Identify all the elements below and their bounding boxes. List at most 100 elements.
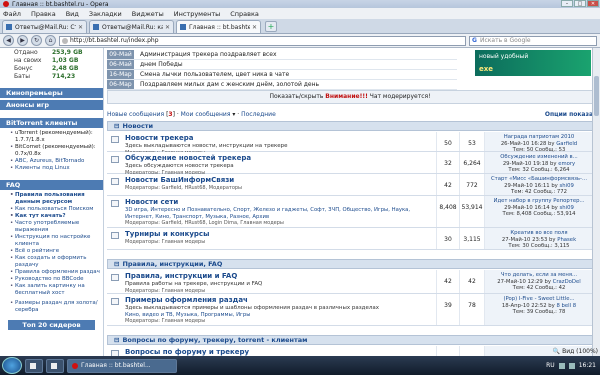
news-link[interactable]: днем Победы [140, 60, 183, 69]
forum-title-link[interactable]: Новости трекера [125, 134, 433, 143]
last-post-counts: Тем: 39 Сообщ.: 78 [512, 309, 566, 315]
last-post-author[interactable]: emory [558, 161, 575, 167]
category-header-questions[interactable]: ⊟ Вопросы по форуму, трекеру, torrent - к… [107, 335, 593, 345]
scrollbar-thumb[interactable] [594, 76, 599, 116]
faq-link[interactable]: Как создать и оформить раздачу [10, 255, 103, 269]
maximize-button[interactable]: □ [574, 0, 586, 7]
back-button[interactable]: ◀ [3, 35, 14, 46]
category-header-news[interactable]: ⊟ Новости [107, 121, 593, 131]
tab-close-icon[interactable]: ✕ [165, 24, 170, 31]
ad-banner[interactable]: новый удобный exe [475, 50, 591, 76]
home-button[interactable]: ⌂ [45, 35, 56, 46]
taskbar-opera-item[interactable]: Главная :: bt.bashtel... [67, 358, 177, 373]
new-posts-link[interactable]: Новые сообщения [107, 111, 164, 118]
volume-icon[interactable] [568, 362, 575, 369]
display-options-link[interactable]: Опции показа [545, 110, 593, 119]
category-title[interactable]: Новости [122, 122, 153, 130]
news-link[interactable]: Смена лычки пользователем, цвет ника в ч… [140, 70, 289, 79]
quicklaunch-explorer[interactable] [46, 358, 64, 373]
last-post-author[interactable]: shi09 [560, 205, 574, 211]
faq-link[interactable]: Как тут качать? [10, 213, 103, 220]
forum-title-link[interactable]: Турниры и конкурсы [125, 230, 433, 239]
collapse-icon[interactable]: ⊟ [114, 336, 119, 344]
faq-link[interactable]: Часто употребляемые выражения [10, 220, 103, 234]
reload-button[interactable]: ↻ [31, 35, 42, 46]
close-button[interactable]: ✕ [587, 0, 599, 7]
client-link[interactable]: Клиенты под Linux [10, 165, 103, 172]
address-field[interactable]: http://bt.bashtel.ru/index.php [59, 35, 466, 46]
faq-link[interactable]: Как пользоваться Поиском [10, 206, 103, 213]
minimize-button[interactable]: – [561, 0, 573, 7]
page-scrollbar[interactable] [592, 48, 600, 356]
client-link[interactable]: BitComet (рекомендуемый): 0.7x/0.8x [10, 144, 103, 158]
last-post-counts: Тем: 42 Сообщ.: 772 [510, 189, 568, 195]
menu-widgets[interactable]: Виджеты [132, 10, 164, 18]
zoom-icon: 🔍 [552, 348, 563, 355]
forum-title-link[interactable]: Вопросы по форуму и трекеру [125, 348, 433, 356]
menu-edit[interactable]: Правка [31, 10, 56, 18]
zoom-status[interactable]: 🔍 Вид (100%) [460, 348, 598, 356]
latest-link[interactable]: Последние [241, 111, 276, 118]
sidebar-heading-premieres[interactable]: Кинопремьеры [0, 88, 103, 98]
faq-link[interactable]: Руководство по BBCode [10, 276, 103, 283]
client-link[interactable]: uTorrent (рекомендуемый): 1.7.7/1.8.x [10, 130, 103, 144]
forward-button[interactable]: ▶ [17, 35, 28, 46]
forum-title-link[interactable]: Обсуждение новостей трекера [125, 154, 433, 163]
faq-link[interactable]: Размеры раздач для золота/серебра [10, 300, 103, 314]
news-link[interactable]: Администрация трекера поздравляет всех [140, 50, 277, 59]
category-title[interactable]: Вопросы по форуму, трекеру, torrent - кл… [122, 336, 307, 344]
forum-title-link[interactable]: Новости БашИнформСвязи [125, 176, 433, 185]
desktop-icon [30, 362, 36, 369]
faq-link[interactable]: Инструкция по настройке клиента [10, 234, 103, 248]
chat-toggle-link[interactable]: Показать/скрыть [269, 93, 323, 100]
my-posts-link[interactable]: Мои сообщения [181, 111, 231, 118]
faq-link[interactable]: Правила пользования данным ресурсом [10, 192, 103, 206]
last-post-author[interactable]: Phasek [557, 237, 576, 243]
last-post-author[interactable]: Garfield [556, 141, 577, 147]
category-header-rules[interactable]: ⊟ Правила, инструкции, FAQ [107, 259, 593, 269]
menu-bookmarks[interactable]: Закладки [89, 10, 122, 18]
collapse-icon[interactable]: ⊟ [114, 122, 119, 130]
zoom-level[interactable]: Вид (100%) [562, 348, 598, 355]
faq-link[interactable]: Как залить картинку на бесплатный хост [10, 283, 103, 297]
news-link[interactable]: Поздравляем милых дам с женским днём, зо… [140, 80, 319, 89]
forum-title-link[interactable]: Примеры оформления раздач [125, 296, 433, 305]
tab-bashtel[interactable]: Главная :: bt.bashtel...✕ [176, 20, 261, 33]
chat-toggle-bar[interactable]: Показать/скрыть Внимание!!! Чат модериру… [107, 90, 593, 104]
collapse-icon[interactable]: ⊟ [114, 260, 119, 268]
faq-link[interactable]: Правила оформления раздач [10, 269, 103, 276]
menu-help[interactable]: Справка [230, 10, 259, 18]
system-tray: RU 16:21 [546, 356, 600, 375]
search-field[interactable]: G Искать в Google [469, 35, 597, 46]
forum-row: Турниры и конкурсы Модераторы: Главная мо… [107, 228, 593, 250]
menu-tools[interactable]: Инструменты [174, 10, 221, 18]
title-bar: Главная :: bt.bashtel.ru - Opera [0, 0, 600, 8]
tab-mail-2[interactable]: Ответы@Mail.Ru: как ...✕ [89, 20, 174, 33]
subforum-links[interactable]: 3D игра, Интересно и Познавательно, Спор… [125, 207, 433, 220]
forum-title-link[interactable]: Новости сети [125, 198, 433, 207]
client-link[interactable]: ABC, Azureus, BitTornado [10, 158, 103, 165]
news-date: 06-Май [107, 60, 134, 69]
forum-title-link[interactable]: Правила, инструкции и FAQ [125, 272, 433, 281]
clock[interactable]: 16:21 [579, 362, 596, 369]
last-post-date: 18-Апр-10 22:52 [501, 302, 547, 309]
post-count: 6,264 [460, 152, 485, 173]
last-post-author[interactable]: CrazDoDel [553, 279, 581, 285]
sidebar-heading-game-announces[interactable]: Анонсы игр [0, 100, 103, 110]
tab-close-icon[interactable]: ✕ [252, 24, 257, 31]
last-post-author[interactable]: 8 bell 8 [556, 303, 576, 309]
tab-close-icon[interactable]: ✕ [78, 24, 83, 31]
last-post-author[interactable]: shi09 [560, 183, 574, 189]
opera-logo-icon [72, 362, 78, 369]
language-indicator[interactable]: RU [546, 362, 555, 369]
menu-file[interactable]: Файл [3, 10, 21, 18]
quicklaunch-desktop[interactable] [25, 358, 43, 373]
tab-mail-1[interactable]: Ответы@Mail.Ru: Стр...✕ [2, 20, 87, 33]
start-button[interactable] [2, 357, 22, 374]
menu-view[interactable]: Вид [66, 10, 79, 18]
stat-value: 1,03 GB [52, 57, 79, 64]
network-icon[interactable] [558, 362, 565, 369]
new-tab-button[interactable]: + [265, 21, 277, 32]
category-title[interactable]: Правила, инструкции, FAQ [122, 260, 222, 268]
faq-link[interactable]: Всё о рейтинге [10, 248, 103, 255]
